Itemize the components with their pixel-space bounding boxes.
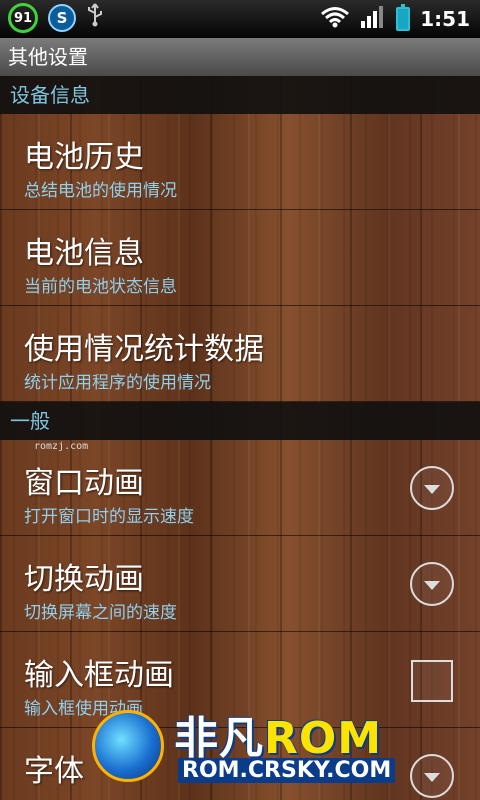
pref-title: 窗口动画 — [24, 466, 144, 501]
watermark-small: romzj.com — [34, 441, 89, 452]
settings-list[interactable]: 设备信息 电池历史 总结电池的使用情况 电池信息 当前的电池状态信息 使用情况统… — [0, 76, 480, 800]
watermark-brand-rom: ROM — [264, 713, 383, 764]
clock: 1:51 — [420, 7, 470, 31]
pref-title: 输入框动画 — [24, 658, 174, 693]
pref-summary: 统计应用程序的使用情况 — [24, 373, 211, 393]
watermark-brand: 非凡ROM — [174, 702, 382, 766]
status-left: 91 S — [8, 3, 104, 33]
pref-battery-info[interactable]: 电池信息 当前的电池状态信息 — [0, 210, 480, 306]
pref-usage-statistics[interactable]: 使用情况统计数据 统计应用程序的使用情况 — [0, 306, 480, 402]
signal-icon — [360, 5, 386, 33]
battery-charging-icon — [396, 4, 411, 31]
pref-window-animation[interactable]: 窗口动画 打开窗口时的显示速度 — [0, 440, 480, 536]
pref-title: 电池信息 — [24, 236, 144, 271]
pref-summary: 打开窗口时的显示速度 — [24, 507, 194, 527]
wifi-icon — [320, 6, 350, 32]
pref-summary: 总结电池的使用情况 — [24, 181, 177, 201]
dropdown-arrow-icon[interactable] — [410, 466, 454, 510]
animation-checkbox[interactable] — [411, 660, 453, 702]
pref-transition-animation[interactable]: 切换动画 切换屏幕之间的速度 — [0, 536, 480, 632]
status-bar: 91 S 1:51 — [0, 0, 480, 38]
pref-summary: 当前的电池状态信息 — [24, 277, 177, 297]
usb-icon — [86, 3, 104, 33]
app-icon-letter: S — [56, 9, 68, 27]
status-right: 1:51 — [320, 4, 470, 33]
pref-battery-history[interactable]: 电池历史 总结电池的使用情况 — [0, 114, 480, 210]
section-header-general: 一般 — [0, 402, 480, 440]
pref-title: 电池历史 — [24, 140, 144, 175]
watermark-emblem-icon — [92, 710, 164, 782]
section-header-device-info: 设备信息 — [0, 76, 480, 114]
watermark-url: ROM.CRSKY.COM — [178, 758, 396, 783]
dropdown-arrow-icon[interactable] — [410, 754, 454, 798]
pref-summary: 切换屏幕之间的速度 — [24, 603, 177, 623]
pref-title: 字体 — [24, 754, 84, 789]
battery-percent-text: 91 — [13, 10, 33, 26]
pref-title: 使用情况统计数据 — [24, 332, 264, 367]
page-title: 其他设置 — [0, 38, 480, 76]
dropdown-arrow-icon[interactable] — [410, 562, 454, 606]
pref-title: 切换动画 — [24, 562, 144, 597]
app-notification-icon: S — [48, 4, 76, 32]
watermark-brand-cn: 非凡 — [174, 713, 264, 764]
battery-percent-widget: 91 — [8, 3, 38, 33]
watermark-logo: 非凡ROM ROM.CRSKY.COM — [92, 702, 412, 792]
